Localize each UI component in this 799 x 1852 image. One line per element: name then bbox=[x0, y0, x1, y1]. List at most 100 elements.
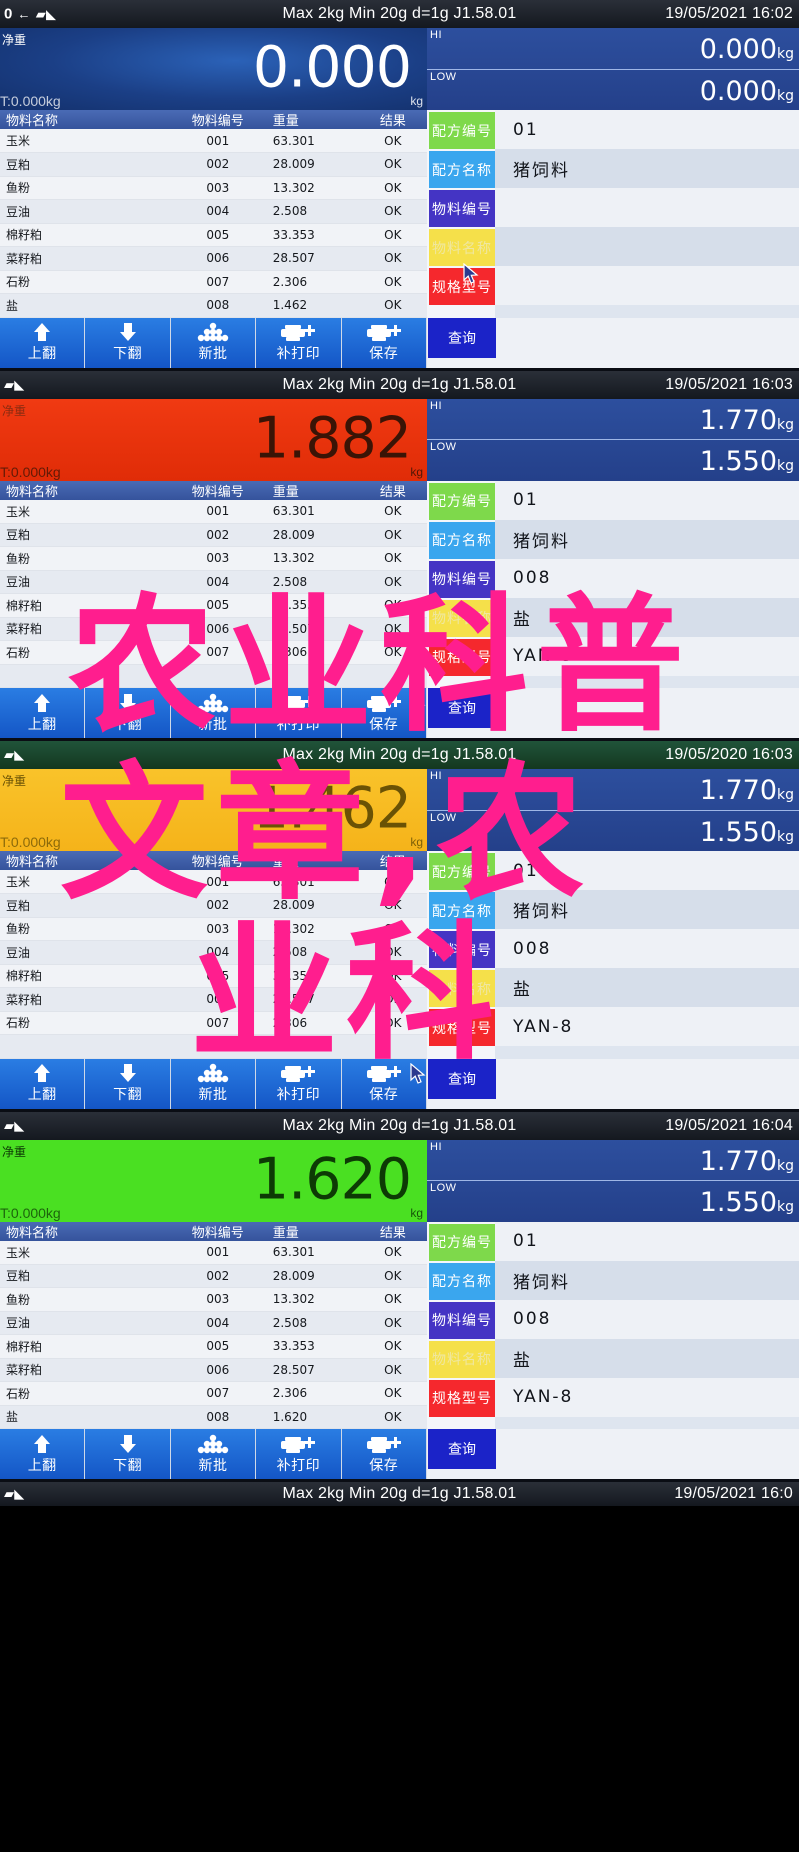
page-down-button[interactable]: 下翻 bbox=[85, 1058, 171, 1109]
table-row[interactable]: 盐 008 1.620 OK bbox=[0, 1405, 427, 1429]
query-button[interactable]: 查询 bbox=[427, 688, 496, 728]
new-batch-button[interactable]: 新批 bbox=[170, 317, 257, 368]
spec-model-key[interactable]: 规格型号 bbox=[429, 1379, 495, 1417]
table-row[interactable]: 菜籽粕 006 28.507 OK bbox=[0, 246, 427, 271]
table-row[interactable]: 棉籽粕 005 33.353 OK bbox=[0, 964, 427, 988]
table-row[interactable]: 豆粕 002 28.009 OK bbox=[0, 523, 427, 547]
query-button[interactable]: 查询 bbox=[427, 1058, 496, 1099]
table-row[interactable]: 玉米 001 63.301 OK bbox=[0, 870, 427, 894]
weight-display-2: 净重 T:0.000kg 1.882 kg bbox=[0, 398, 427, 481]
scale-terminal-panel-3: ▰◣ Max 2kg Min 20g d=1g J1.58.01 19/05/2… bbox=[0, 741, 799, 1112]
table-row[interactable]: 豆粕 002 28.009 OK bbox=[0, 1264, 427, 1288]
reprint-button[interactable]: 补打印 bbox=[256, 317, 342, 368]
page-up-button[interactable]: 上翻 bbox=[0, 688, 86, 738]
col-material-name: 物料名称 bbox=[0, 480, 171, 500]
cell-weight: 63.301 bbox=[264, 870, 359, 894]
table-row[interactable]: 玉米 001 63.301 OK bbox=[0, 1240, 427, 1265]
save-button[interactable]: 保存 bbox=[341, 1429, 427, 1479]
recipe-name-key[interactable]: 配方名称 bbox=[429, 892, 495, 929]
material-name-key[interactable]: 物料名称 bbox=[429, 229, 495, 266]
new-batch-button[interactable]: 新批 bbox=[170, 688, 257, 738]
table-row[interactable]: 棉籽粕 005 33.353 OK bbox=[0, 593, 427, 618]
material-no-key[interactable]: 物料编号 bbox=[429, 931, 495, 968]
material-name-key[interactable]: 物料名称 bbox=[429, 599, 495, 637]
material-table-wrap-4: 物料名称 物料编号 重量 结果 玉米 001 63.301 OK 豆粕 002 28.00… bbox=[0, 1221, 427, 1429]
stable-icon: ▰◣ bbox=[4, 1486, 25, 1501]
col-material-no: 物料编号 bbox=[170, 851, 265, 870]
printer-plus-icon bbox=[279, 322, 317, 342]
save-button[interactable]: 保存 bbox=[341, 688, 427, 738]
material-no-key[interactable]: 物料编号 bbox=[429, 1301, 495, 1339]
new-batch-button[interactable]: 新批 bbox=[170, 1058, 257, 1109]
material-table-wrap-1: 物料名称 物料编号 重量 结果 玉米 001 63.301 OK 豆粕 002 28.00… bbox=[0, 110, 427, 318]
table-row[interactable]: 豆油 004 2.508 OK bbox=[0, 199, 427, 224]
page-down-button[interactable]: 下翻 bbox=[85, 1429, 171, 1479]
table-row[interactable]: 玉米 001 63.301 OK bbox=[0, 129, 427, 153]
cell-weight: 13.302 bbox=[264, 917, 359, 941]
cell-weight: 2.306 bbox=[264, 1011, 359, 1035]
footer-spec-line: Max 2kg Min 20g d=1g J1.58.01 bbox=[282, 1485, 517, 1502]
table-row[interactable]: 菜籽粕 006 28.507 OK bbox=[0, 987, 427, 1012]
spec-model-key[interactable]: 规格型号 bbox=[429, 268, 495, 305]
page-up-button[interactable]: 上翻 bbox=[0, 1058, 86, 1109]
table-row[interactable]: 豆油 004 2.508 OK bbox=[0, 1311, 427, 1335]
material-name-key[interactable]: 物料名称 bbox=[429, 1340, 495, 1378]
page-up-button[interactable]: 上翻 bbox=[0, 317, 86, 368]
table-row[interactable]: 菜籽粕 006 28.507 OK bbox=[0, 617, 427, 641]
table-row[interactable]: 豆油 004 2.508 OK bbox=[0, 940, 427, 965]
table-row[interactable]: 石粉 007 2.306 OK bbox=[0, 1381, 427, 1406]
save-button[interactable]: 保存 bbox=[341, 317, 427, 368]
reprint-button[interactable]: 补打印 bbox=[256, 688, 342, 738]
page-down-button[interactable]: 下翻 bbox=[85, 317, 171, 368]
recipe-name-key[interactable]: 配方名称 bbox=[429, 151, 495, 188]
page-up-button[interactable]: 上翻 bbox=[0, 1429, 86, 1479]
value-column-2: 01 猪饲料 008 盐 YAN-8 bbox=[495, 480, 799, 688]
recipe-no-key[interactable]: 配方编号 bbox=[429, 1223, 495, 1261]
table-row[interactable]: 豆油 004 2.508 OK bbox=[0, 570, 427, 594]
recipe-name-key[interactable]: 配方名称 bbox=[429, 521, 495, 559]
reprint-button[interactable]: 补打印 bbox=[256, 1058, 342, 1109]
material-name-value: 盐 bbox=[495, 597, 799, 637]
table-row[interactable]: 石粉 007 2.306 OK bbox=[0, 270, 427, 294]
recipe-no-key[interactable]: 配方编号 bbox=[429, 853, 495, 890]
cell-code: 005 bbox=[170, 1334, 265, 1359]
material-name-key[interactable]: 物料名称 bbox=[429, 970, 495, 1007]
table-row[interactable]: 鱼粉 003 13.302 OK bbox=[0, 176, 427, 200]
cell-name: 鱼粉 bbox=[0, 917, 171, 941]
table-row[interactable]: 鱼粉 003 13.302 OK bbox=[0, 1287, 427, 1312]
reprint-button[interactable]: 补打印 bbox=[256, 1429, 342, 1479]
spec-line: Max 2kg Min 20g d=1g J1.58.01 bbox=[282, 746, 517, 763]
table-row[interactable]: 石粉 007 2.306 OK bbox=[0, 1011, 427, 1035]
table-row[interactable]: 棉籽粕 005 33.353 OK bbox=[0, 1334, 427, 1359]
status-bar-1: 0 ← ▰◣ Max 2kg Min 20g d=1g J1.58.01 19/… bbox=[0, 0, 799, 28]
table-row[interactable]: 鱼粉 003 13.302 OK bbox=[0, 917, 427, 941]
recipe-name-key[interactable]: 配方名称 bbox=[429, 1262, 495, 1300]
table-row[interactable]: 石粉 007 2.306 OK bbox=[0, 640, 427, 665]
printer-plus-icon bbox=[365, 693, 403, 713]
save-button[interactable]: 保存 bbox=[341, 1058, 427, 1109]
material-no-key[interactable]: 物料编号 bbox=[429, 190, 495, 227]
spec-model-key[interactable]: 规格型号 bbox=[429, 1009, 495, 1046]
table-row[interactable]: 棉籽粕 005 33.353 OK bbox=[0, 223, 427, 247]
cell-code: 006 bbox=[170, 617, 265, 641]
low-unit: kg bbox=[777, 458, 794, 475]
table-row[interactable]: 豆粕 002 28.009 OK bbox=[0, 152, 427, 177]
query-button[interactable]: 查询 bbox=[427, 317, 496, 358]
table-row[interactable]: 玉米 001 63.301 OK bbox=[0, 499, 427, 524]
recipe-no-key[interactable]: 配方编号 bbox=[429, 112, 495, 149]
key-column-4: 配方编号 配方名称 物料编号 物料名称 规格型号 bbox=[427, 1222, 495, 1430]
table-row[interactable]: 盐 008 1.462 OK bbox=[0, 293, 427, 318]
table-row[interactable]: 豆粕 002 28.009 OK bbox=[0, 893, 427, 918]
table-row[interactable]: 菜籽粕 006 28.507 OK bbox=[0, 1358, 427, 1382]
table-row[interactable]: 鱼粉 003 13.302 OK bbox=[0, 546, 427, 571]
page-down-button[interactable]: 下翻 bbox=[85, 688, 171, 738]
recipe-no-key[interactable]: 配方编号 bbox=[429, 482, 495, 520]
spec-model-key[interactable]: 规格型号 bbox=[429, 638, 495, 676]
query-button[interactable]: 查询 bbox=[427, 1429, 496, 1469]
hi-label: HI bbox=[430, 1140, 442, 1153]
material-no-value: 008 bbox=[495, 929, 799, 968]
page-down-label: 下翻 bbox=[113, 1086, 143, 1102]
material-no-key[interactable]: 物料编号 bbox=[429, 560, 495, 598]
new-batch-button[interactable]: 新批 bbox=[170, 1429, 257, 1479]
cell-weight: 28.507 bbox=[264, 617, 359, 641]
